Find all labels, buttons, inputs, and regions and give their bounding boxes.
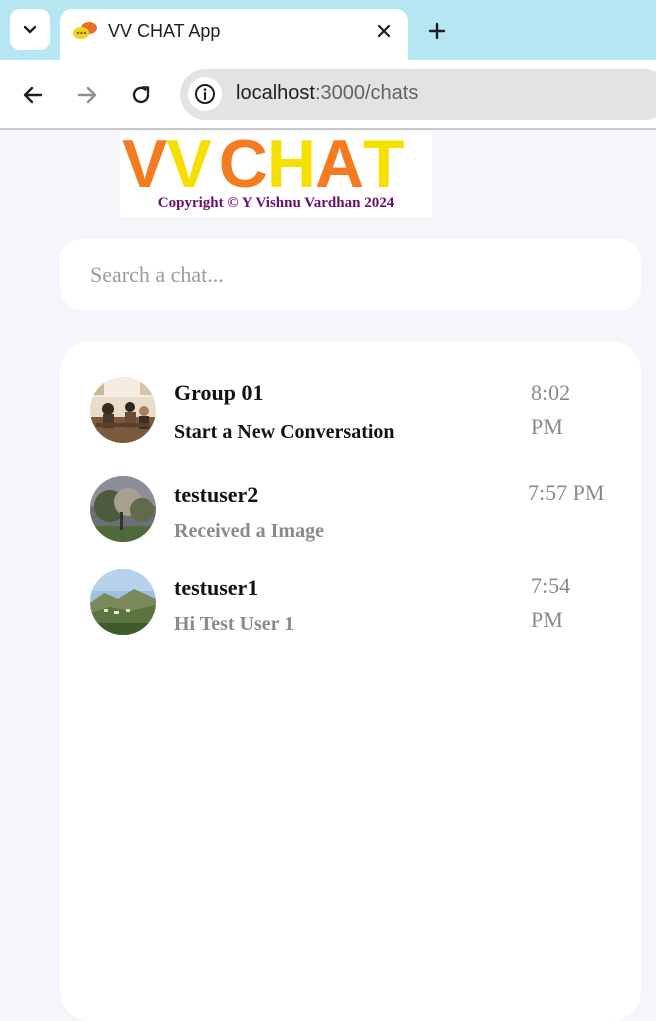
- logo-letter: H: [266, 126, 316, 202]
- chat-time: 7:54 PM: [531, 573, 571, 632]
- arrow-right-icon: [77, 86, 97, 104]
- url-path: :3000/chats: [314, 82, 419, 104]
- tab-active[interactable]: VV CHAT App: [60, 9, 408, 60]
- chat-name: Group 01: [174, 380, 264, 405]
- chat-time: 8:02 PM: [531, 380, 571, 439]
- copyright-text: Copyright © Y Vishnu Vardhan 2024: [157, 195, 395, 211]
- logo-letter: V: [122, 126, 167, 202]
- chat-list: Group 01 Start a New Conversation 8:02 P…: [60, 341, 641, 1021]
- reload-icon: [132, 86, 150, 104]
- chat-last-message: Received a Image: [174, 520, 324, 542]
- new-tab-button[interactable]: [424, 18, 450, 44]
- logo-letter: C: [218, 126, 268, 202]
- reload-button[interactable]: [127, 81, 155, 109]
- plus-icon: [428, 22, 446, 40]
- info-icon: [195, 84, 215, 104]
- chat-last-message: Hi Test User 1: [174, 613, 295, 635]
- logo-letter: A: [314, 126, 364, 202]
- browser-toolbar: localhost:3000/chats: [0, 60, 656, 130]
- browser-tabstrip: VV CHAT App: [0, 0, 656, 60]
- search-card: [60, 239, 641, 310]
- chat-bubbles-icon: [73, 22, 97, 39]
- tab-title: VV CHAT App: [108, 21, 221, 41]
- chat-name: testuser2: [174, 482, 259, 507]
- back-button[interactable]: [19, 81, 47, 109]
- chat-time: 7:57 PM: [528, 480, 605, 505]
- chat-item-testuser2[interactable]: testuser2 Received a Image 7:57 PM: [60, 470, 641, 560]
- forward-button[interactable]: [73, 81, 101, 109]
- chat-item-testuser1[interactable]: testuser1 Hi Test User 1 7:54 PM: [60, 563, 641, 653]
- app-logo: VV CHAT Copyright © Y Vishnu Vardhan 2024: [120, 128, 432, 217]
- close-tab-button[interactable]: [372, 19, 396, 43]
- logo-letter: V: [166, 126, 211, 202]
- chat-last-message: Start a New Conversation: [174, 421, 395, 443]
- avatar-image: [90, 476, 156, 542]
- close-icon: [377, 24, 391, 38]
- tab-search-button[interactable]: [10, 9, 50, 50]
- address-bar[interactable]: localhost:3000/chats: [180, 69, 656, 120]
- avatar: [90, 569, 156, 635]
- url-host: localhost: [236, 82, 315, 104]
- chat-item-group-01[interactable]: Group 01 Start a New Conversation 8:02 P…: [60, 371, 641, 461]
- chevron-down-icon: [23, 25, 37, 33]
- arrow-left-icon: [23, 86, 43, 104]
- search-input[interactable]: [90, 257, 610, 293]
- logo-wordmark: VV CHAT: [120, 128, 432, 200]
- avatar: [90, 377, 156, 443]
- logo-letter: T: [363, 126, 405, 202]
- url-text: localhost:3000/chats: [236, 82, 418, 105]
- site-info-button[interactable]: [188, 77, 222, 111]
- chat-name: testuser1: [174, 575, 259, 600]
- avatar-image: [90, 377, 156, 443]
- avatar-image: [90, 569, 156, 635]
- avatar: [90, 476, 156, 542]
